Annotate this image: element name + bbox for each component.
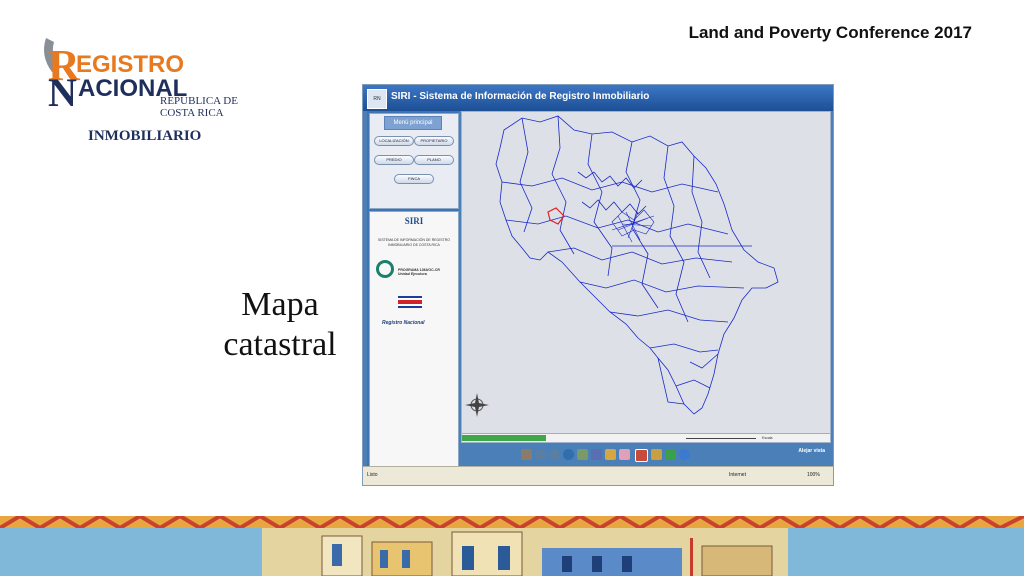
slide-label-line1: Mapa: [241, 286, 319, 323]
svg-text:EGISTRO: EGISTRO: [76, 51, 184, 78]
predio-button[interactable]: PREDIO: [374, 155, 414, 165]
info-panel: SIRI SISTEMA DE INFORMACIÓN DE REGISTRO …: [369, 211, 459, 467]
map-view[interactable]: Escala: [461, 111, 831, 443]
decorative-stripes: [0, 516, 1024, 528]
move-icon[interactable]: [577, 449, 588, 460]
registro-app-icon: RN: [367, 89, 387, 109]
siri-subtitle: SISTEMA DE INFORMACIÓN DE REGISTRO INMOB…: [378, 238, 450, 247]
svg-text:N: N: [48, 70, 77, 115]
window-titlebar: RN SIRI - Sistema de Información de Regi…: [363, 85, 833, 111]
zoom-out-icon[interactable]: [549, 449, 560, 460]
svg-text:INMOBILIARIO: INMOBILIARIO: [88, 128, 201, 144]
window-title: SIRI - Sistema de Información de Registr…: [391, 91, 650, 102]
mural-image: [262, 528, 788, 576]
zoom-level[interactable]: 100%: [807, 472, 820, 478]
coordinates-bar: [462, 435, 546, 441]
help-icon[interactable]: [679, 449, 690, 460]
registro-nacional-logo: R EGISTRO N ACIONAL REPÚBLICA DE COSTA R…: [38, 28, 258, 148]
main-menu: Menú principal LOCALIZACIÓN PROPIETARIO …: [369, 113, 459, 209]
plano-button[interactable]: PLANO: [414, 155, 454, 165]
globe-icon[interactable]: [563, 449, 574, 460]
finca-button[interactable]: FINCA: [394, 174, 434, 184]
propietario-button[interactable]: PROPIETARIO: [414, 136, 454, 146]
conference-title: Land and Poverty Conference 2017: [688, 23, 972, 42]
compass-rose-icon[interactable]: [464, 392, 490, 418]
siri-heading: SIRI: [404, 216, 424, 226]
zoom-in-icon[interactable]: [535, 449, 546, 460]
select-icon[interactable]: [635, 449, 648, 462]
cadastral-map[interactable]: [462, 112, 830, 432]
export-icon[interactable]: [665, 449, 676, 460]
hand-icon[interactable]: [521, 449, 532, 460]
slide-label: Mapa catastral: [205, 285, 355, 365]
program-logo: PROGRAMA 1284/OC-CR Unidad Ejecutora: [376, 260, 454, 282]
svg-text:REPÚBLICA DE: REPÚBLICA DE: [160, 95, 238, 107]
browser-status-bar: Listo Internet 100%: [363, 466, 833, 485]
scale-bar: Escala: [462, 433, 830, 442]
zoom-out-view-link[interactable]: Alejar vista: [798, 448, 825, 454]
internet-zone: Internet: [729, 472, 746, 478]
slide-label-line2: catastral: [223, 326, 337, 363]
map-toolbar: Alejar vista: [461, 443, 829, 467]
svg-text:COSTA RICA: COSTA RICA: [160, 107, 224, 119]
localizacion-button[interactable]: LOCALIZACIÓN: [374, 136, 414, 146]
left-panel: Menú principal LOCALIZACIÓN PROPIETARIO …: [367, 111, 459, 467]
registro-nacional-mini-logo: Registro Nacional: [382, 320, 425, 326]
status-text: Listo: [367, 472, 378, 478]
info-icon[interactable]: [591, 449, 602, 460]
siri-window: RN SIRI - Sistema de Información de Regi…: [362, 84, 834, 486]
layers-icon[interactable]: [651, 449, 662, 460]
scale-label: Escala: [762, 436, 773, 440]
program-unit: Unidad Ejecutora: [398, 272, 427, 276]
scale-line: [686, 438, 756, 439]
measure-icon[interactable]: [605, 449, 616, 460]
eraser-icon[interactable]: [619, 449, 630, 460]
costa-rica-flag-icon: [398, 296, 422, 308]
menu-heading: Menú principal: [384, 116, 442, 130]
program-emblem-icon: [376, 260, 394, 278]
